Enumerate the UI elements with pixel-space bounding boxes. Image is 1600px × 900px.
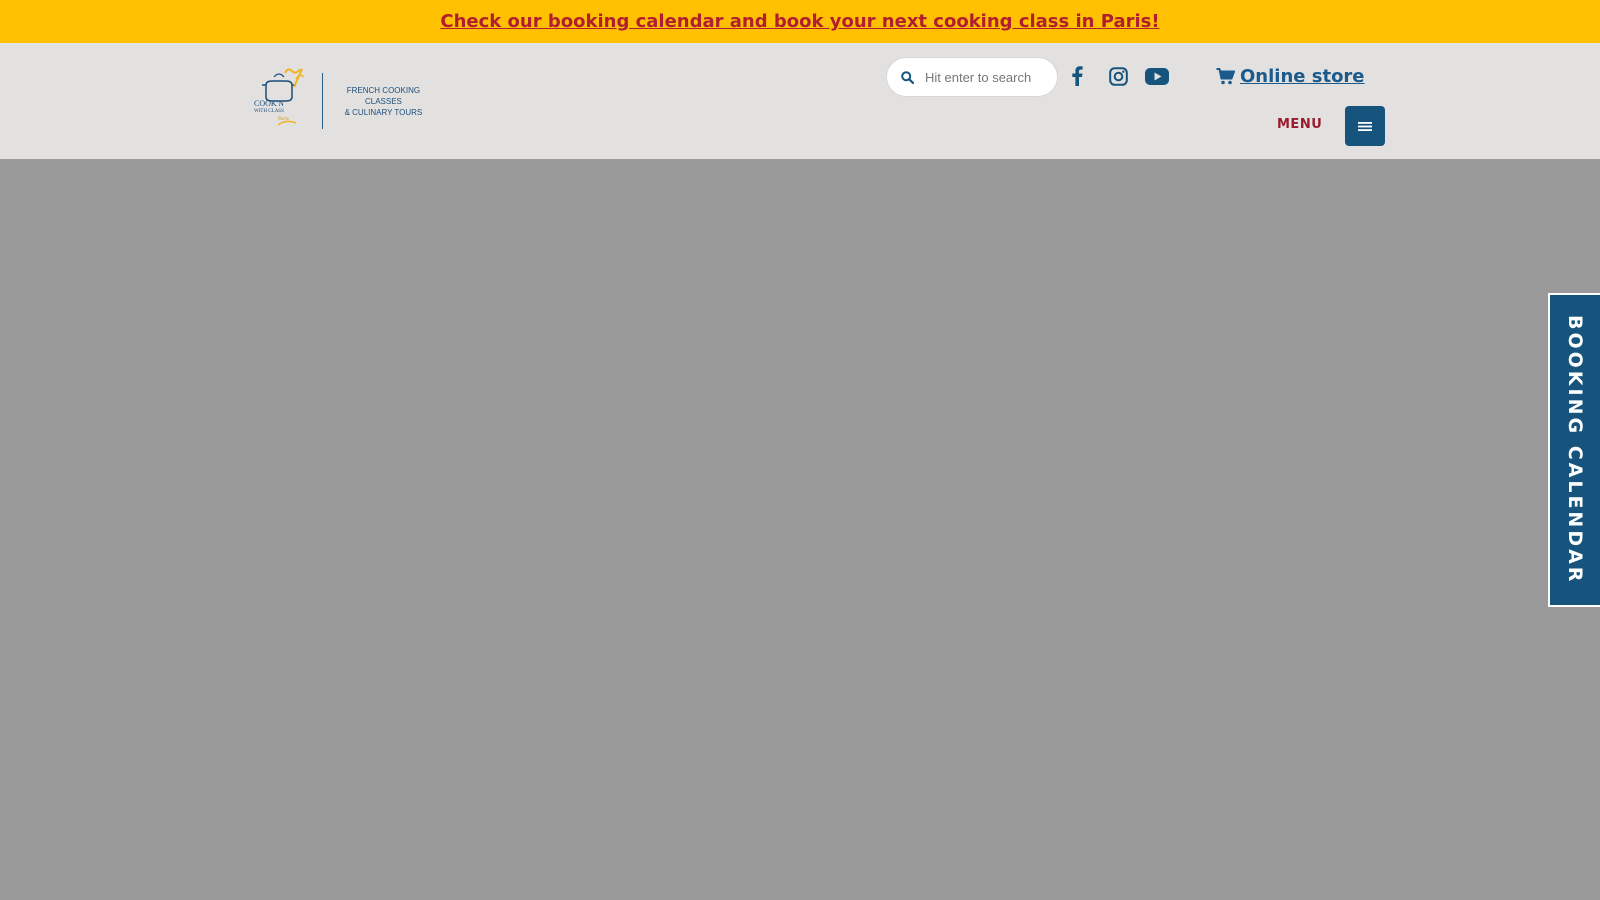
logo-divider [321, 73, 323, 129]
logo-mark: COOK'N WITH CLASS Paris [252, 65, 320, 137]
search-input[interactable] [923, 68, 1043, 86]
booking-calendar-tab[interactable]: BOOKING CALENDAR [1548, 293, 1600, 607]
menu-button[interactable] [1345, 106, 1385, 146]
site-header: COOK'N WITH CLASS Paris FRENCH COOKING C… [0, 43, 1600, 159]
logo-tagline: FRENCH COOKING CLASSES & CULINARY TOURS [344, 85, 423, 117]
facebook-link[interactable] [1068, 63, 1086, 89]
site-logo[interactable]: COOK'N WITH CLASS Paris FRENCH COOKING C… [252, 65, 438, 137]
search-icon [901, 70, 914, 84]
youtube-icon [1145, 67, 1169, 85]
instagram-link[interactable] [1107, 63, 1129, 89]
announcement-bar: Check our booking calendar and book your… [0, 0, 1600, 43]
logo-brand-text: COOK'N WITH CLASS Paris [254, 99, 289, 123]
booking-calendar-label: BOOKING CALENDAR [1564, 315, 1586, 585]
facebook-icon [1072, 66, 1083, 86]
booking-calendar-announcement-link[interactable]: Check our booking calendar and book your… [440, 11, 1159, 32]
online-store-label: Online store [1240, 65, 1365, 87]
cart-icon [1216, 67, 1235, 84]
online-store-link[interactable]: Online store [1216, 62, 1365, 90]
hamburger-icon [1358, 121, 1372, 131]
youtube-link[interactable] [1144, 63, 1170, 89]
menu-label[interactable]: MENU [1277, 117, 1322, 132]
search-box [886, 57, 1058, 97]
instagram-icon [1108, 66, 1128, 86]
